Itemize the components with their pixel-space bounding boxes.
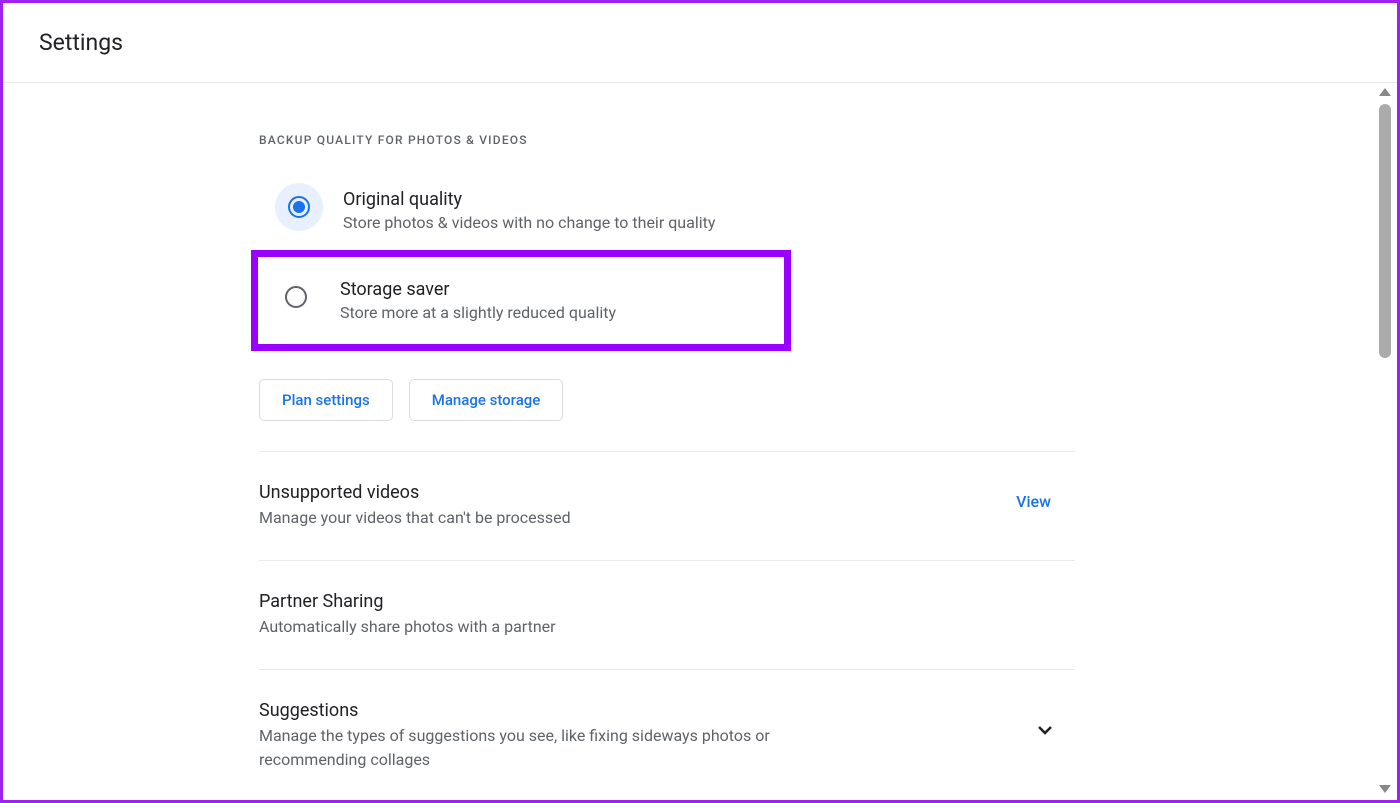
radio-option-title: Original quality: [343, 189, 715, 210]
storage-buttons-row: Plan settings Manage storage: [259, 379, 1397, 421]
settings-header: Settings: [3, 3, 1397, 83]
scrollbar[interactable]: [1376, 84, 1394, 797]
unsupported-videos-row[interactable]: Unsupported videos Manage your videos th…: [259, 451, 1075, 560]
manage-storage-button[interactable]: Manage storage: [409, 379, 564, 421]
partner-sharing-row[interactable]: Partner Sharing Automatically share phot…: [259, 560, 1075, 669]
plan-settings-button[interactable]: Plan settings: [259, 379, 393, 421]
radio-option-desc: Store photos & videos with no change to …: [343, 213, 715, 232]
chevron-down-icon: [1033, 700, 1075, 746]
scroll-thumb[interactable]: [1379, 104, 1391, 358]
radio-option-original-quality[interactable]: Original quality Store photos & videos w…: [259, 175, 789, 246]
settings-content: BACKUP QUALITY FOR PHOTOS & VIDEOS Origi…: [3, 83, 1397, 802]
row-title: Partner Sharing: [259, 591, 556, 612]
radio-option-title: Storage saver: [340, 279, 616, 300]
row-title: Suggestions: [259, 700, 859, 721]
radio-option-storage-saver[interactable]: Storage saver Store more at a slightly r…: [251, 250, 791, 351]
scroll-up-icon[interactable]: [1379, 88, 1391, 96]
suggestions-row[interactable]: Suggestions Manage the types of suggesti…: [259, 669, 1075, 802]
row-title: Unsupported videos: [259, 482, 571, 503]
radio-icon: [272, 273, 320, 321]
radio-icon: [275, 183, 323, 231]
scroll-down-icon[interactable]: [1379, 785, 1391, 793]
view-link[interactable]: View: [1016, 482, 1075, 511]
backup-quality-section-label: BACKUP QUALITY FOR PHOTOS & VIDEOS: [259, 133, 1397, 147]
row-desc: Manage the types of suggestions you see,…: [259, 724, 859, 772]
row-desc: Manage your videos that can't be process…: [259, 506, 571, 530]
page-title: Settings: [39, 29, 1397, 56]
radio-option-desc: Store more at a slightly reduced quality: [340, 303, 616, 322]
row-desc: Automatically share photos with a partne…: [259, 615, 556, 639]
